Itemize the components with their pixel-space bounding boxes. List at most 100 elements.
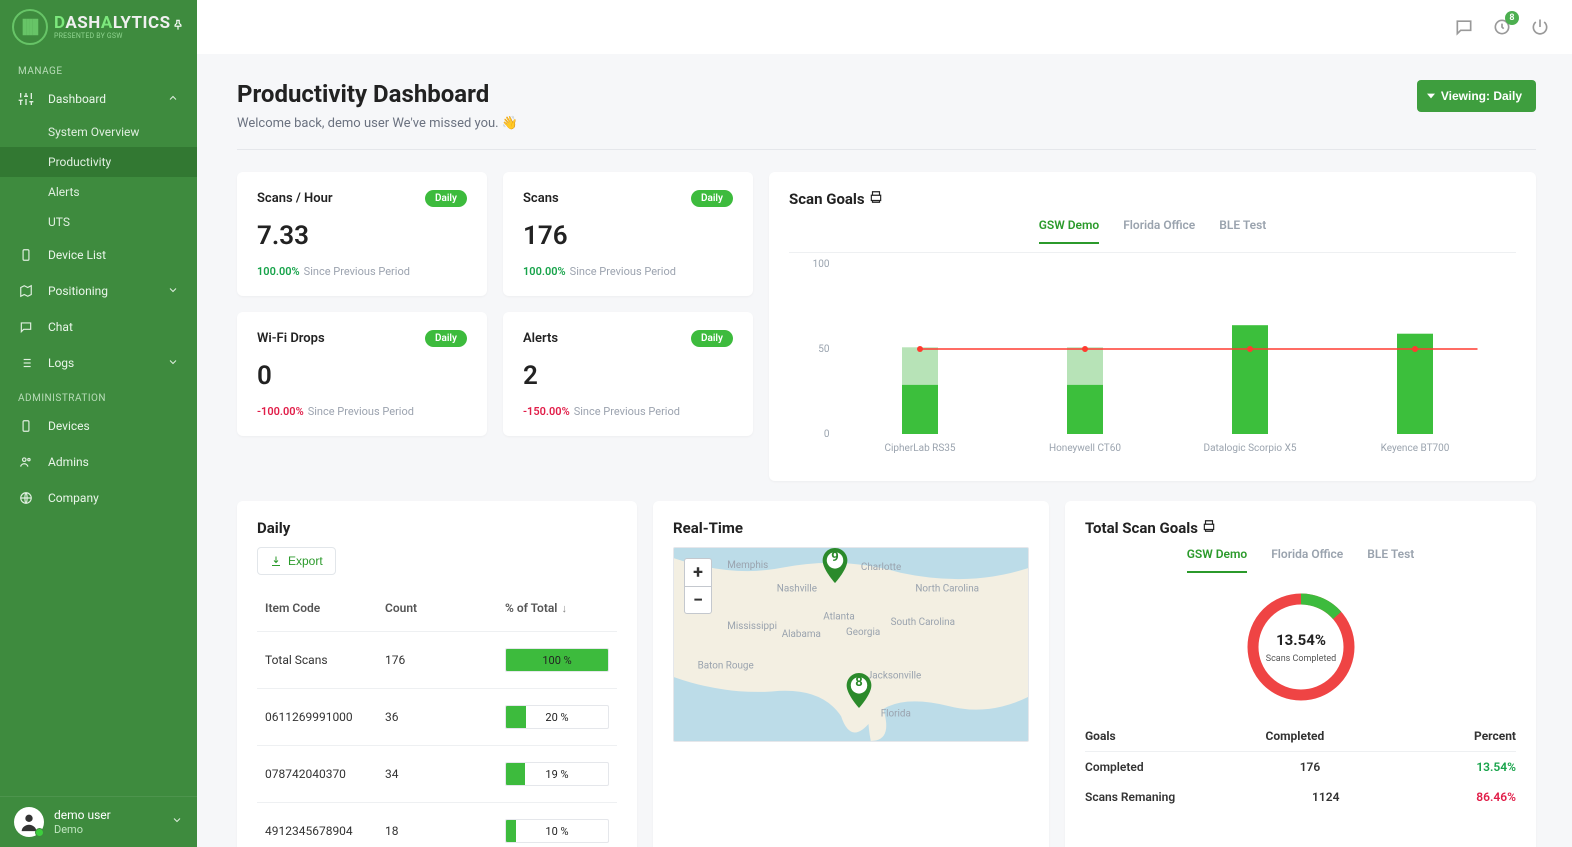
sidebar-sub-overview[interactable]: System Overview [0,117,197,147]
zoom-out-button[interactable]: − [684,586,712,614]
summary-percent: 13.54% [1476,760,1516,774]
kpi-badge: Daily [691,190,733,207]
welcome-text: Welcome back, demo user We've missed you… [237,116,518,131]
cell-count: 36 [381,704,501,730]
scan-goals-chart: 050100CipherLab RS35Honeywell CT60Datalo… [789,252,1516,463]
summary-label: Completed [1085,760,1144,774]
tab-ble[interactable]: BLE Test [1219,218,1266,244]
phone-icon [18,247,34,263]
user-name: demo user [54,808,111,822]
svg-text:Datalogic Scorpio X5: Datalogic Scorpio X5 [1204,443,1297,454]
sliders-icon [18,91,34,107]
chat-icon [18,319,34,335]
kpi-pct: 100.00% [257,265,300,278]
sidebar-item-devices[interactable]: Devices [0,408,197,444]
tab-ble-2[interactable]: BLE Test [1367,547,1414,573]
svg-text:50: 50 [818,344,830,355]
table-row: 06112699910003620 % [257,688,617,745]
svg-text:Florida: Florida [881,708,911,719]
map-marker[interactable]: 8 [846,673,872,708]
kpi-badge: Daily [425,190,467,207]
cell-count: 34 [381,761,501,787]
phone-icon [18,418,34,434]
daily-card: Daily Export Item Code Count % of Total↓… [237,501,637,847]
brand-name: DASHALYTICS [54,15,171,32]
progress-bar: 10 % [505,819,609,843]
sidebar-item-label: Positioning [48,284,108,298]
sidebar-sub-productivity[interactable]: Productivity [0,147,197,177]
user-role: Demo [54,823,111,836]
sidebar-item-admins[interactable]: Admins [0,444,197,480]
list-icon [18,355,34,371]
globe-icon [18,490,34,506]
chat-icon[interactable] [1454,17,1474,37]
sort-desc-icon: ↓ [561,602,567,615]
svg-text:South Carolina: South Carolina [891,617,955,628]
svg-text:Charlotte: Charlotte [861,562,901,573]
svg-text:100: 100 [813,259,830,270]
page-title: Productivity Dashboard [237,80,518,108]
col-pct[interactable]: % of Total↓ [501,595,613,621]
total-goals-card: Total Scan Goals GSW Demo Florida Office… [1065,501,1536,847]
kpi-value: 2 [523,361,733,391]
sidebar-item-label: Chat [48,320,73,334]
sidebar-item-devicelist[interactable]: Device List [0,237,197,273]
col-itemcode[interactable]: Item Code [261,595,381,621]
viewing-button[interactable]: Viewing: Daily [1417,80,1536,112]
cell-code: Total Scans [261,647,381,673]
map-marker[interactable]: 9 [822,548,848,583]
svg-text:Baton Rouge: Baton Rouge [698,661,754,672]
notification-badge: 8 [1505,11,1519,25]
col-count[interactable]: Count [381,595,501,621]
sidebar-sub-alerts[interactable]: Alerts [0,177,197,207]
kpi-pct: 100.00% [523,265,566,278]
kpi-card: Wi-Fi Drops Daily 0 -100.00%Since Previo… [237,312,487,436]
kpi-value: 0 [257,361,467,391]
sidebar-section-admin: ADMINISTRATION [0,381,197,408]
export-button[interactable]: Export [257,547,336,575]
user-menu[interactable]: demo user Demo [0,796,197,847]
notifications-icon[interactable]: 8 [1492,17,1512,37]
pin-icon[interactable] [171,18,185,36]
sidebar-item-dashboard[interactable]: Dashboard [0,81,197,117]
power-icon[interactable] [1530,17,1550,37]
summary-col-completed: Completed [1266,729,1325,743]
tab-gsw-demo-2[interactable]: GSW Demo [1187,547,1248,573]
presence-indicator [35,828,44,837]
sidebar-item-label: Company [48,491,99,505]
print-icon[interactable] [869,190,883,208]
map[interactable]: Memphis Charlotte Nashville North Caroli… [673,547,1029,742]
summary-label: Scans Remaning [1085,790,1175,804]
sidebar-section-manage: MANAGE [0,54,197,81]
svg-text:Memphis: Memphis [727,560,768,571]
daily-title: Daily [257,519,617,537]
svg-text:Atlanta: Atlanta [823,611,854,622]
sidebar-item-label: Logs [48,356,74,370]
table-row: 0787420403703419 % [257,745,617,802]
print-icon[interactable] [1202,519,1216,537]
zoom-in-button[interactable]: + [684,558,712,586]
sidebar-item-positioning[interactable]: Positioning [0,273,197,309]
table-row: Total Scans176100 % [257,631,617,688]
sidebar-item-logs[interactable]: Logs [0,345,197,381]
svg-text:Georgia: Georgia [846,627,880,638]
tab-florida-2[interactable]: Florida Office [1271,547,1343,573]
tab-florida[interactable]: Florida Office [1123,218,1195,244]
svg-text:CipherLab RS35: CipherLab RS35 [884,443,955,454]
sidebar-sub-uts[interactable]: UTS [0,207,197,237]
sidebar-item-company[interactable]: Company [0,480,197,516]
tab-gsw-demo[interactable]: GSW Demo [1039,218,1100,244]
topbar: 8 [197,0,1572,54]
logo: DASHALYTICS PRESENTED BY GSW [0,0,197,54]
scan-goals-card: Scan Goals GSW Demo Florida Office BLE T… [769,172,1536,481]
svg-text:North Carolina: North Carolina [915,584,979,595]
summary-completed: 1124 [1312,790,1339,804]
sidebar-item-chat[interactable]: Chat [0,309,197,345]
svg-text:Honeywell CT60: Honeywell CT60 [1049,443,1121,454]
sidebar-item-label: Admins [48,455,89,469]
cell-code: 4912345678904 [261,818,381,844]
svg-text:Nashville: Nashville [777,584,817,595]
cell-count: 176 [381,647,501,673]
users-icon [18,454,34,470]
sidebar: DASHALYTICS PRESENTED BY GSW MANAGE Dash… [0,0,197,847]
